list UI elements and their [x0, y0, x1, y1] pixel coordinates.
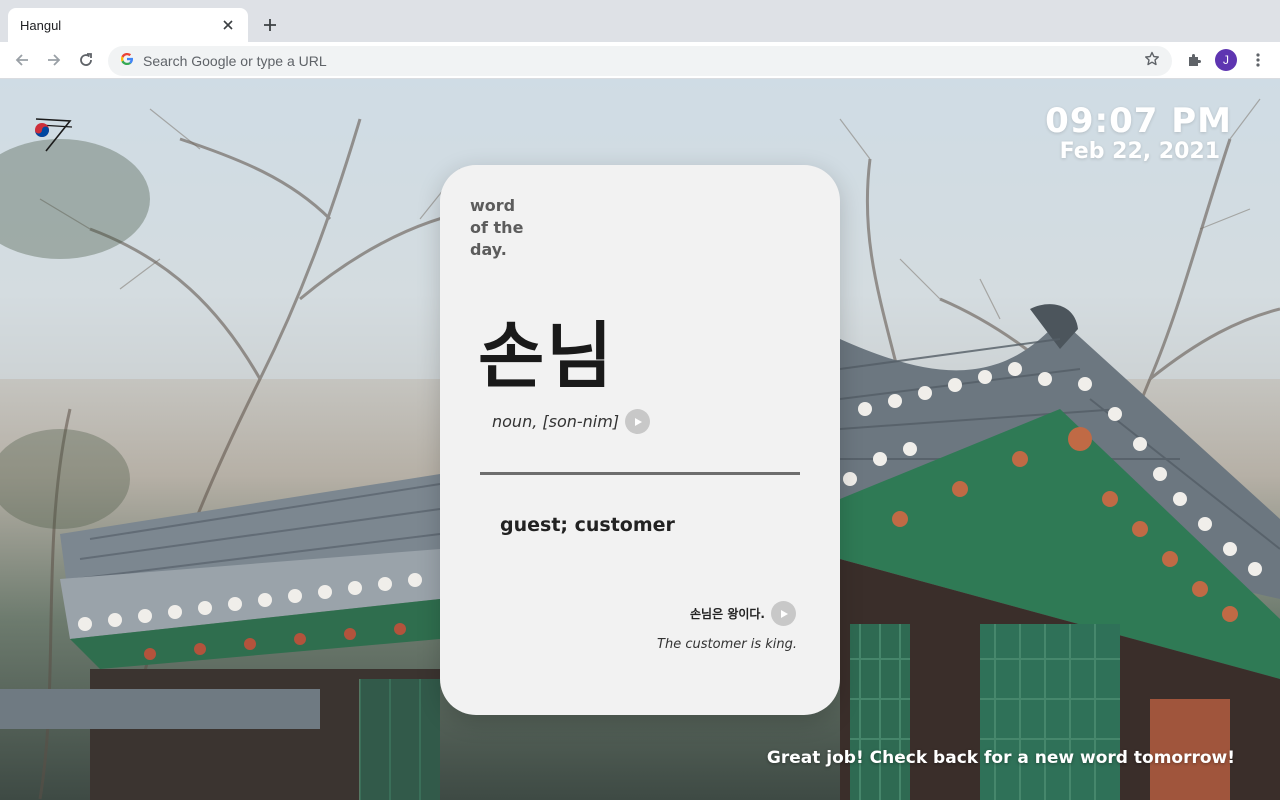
extensions-icon[interactable] — [1182, 48, 1206, 72]
play-example-button[interactable] — [771, 601, 796, 626]
clock-time: 09:07 PM — [1045, 101, 1232, 141]
address-bar[interactable]: Search Google or type a URL — [108, 46, 1172, 76]
word-of-the-day-card: word of the day. 손님 noun, [son-nim] gues… — [440, 165, 840, 715]
play-icon — [780, 609, 788, 618]
card-heading-line: day. — [470, 240, 507, 259]
back-icon[interactable] — [10, 48, 34, 72]
clock-widget: 09:07 PM Feb 22, 2021 — [1045, 101, 1232, 164]
pronunciation-row: noun, [son-nim] — [492, 409, 651, 434]
address-placeholder: Search Google or type a URL — [143, 53, 327, 69]
reload-icon[interactable] — [74, 48, 98, 72]
tab-title: Hangul — [20, 17, 62, 33]
play-icon — [634, 417, 642, 426]
avatar: J — [1215, 49, 1237, 71]
card-heading-line: word — [470, 196, 516, 215]
card-divider — [480, 472, 800, 475]
footer-message: Great job! Check back for a new word tom… — [766, 748, 1235, 768]
tab-strip: Hangul — [0, 0, 1280, 42]
new-tab-page: 09:07 PM Feb 22, 2021 word of the day. 손… — [0, 79, 1280, 800]
card-heading: word of the day. — [470, 195, 560, 261]
clock-date: Feb 22, 2021 — [1059, 139, 1220, 164]
word-meaning: guest; customer — [500, 514, 675, 536]
profile-avatar[interactable]: J — [1214, 48, 1238, 72]
play-pronunciation-button[interactable] — [625, 409, 651, 434]
star-icon[interactable] — [1144, 51, 1160, 72]
new-tab-button[interactable] — [258, 13, 282, 37]
example-sentence: 손님은 왕이다. — [690, 607, 765, 621]
card-heading-line: of the — [470, 218, 524, 237]
google-icon — [120, 52, 134, 71]
hangul-logo — [30, 115, 78, 155]
close-icon[interactable] — [220, 17, 236, 33]
example-translation: The customer is king. — [657, 637, 797, 652]
korean-word: 손님 — [478, 314, 615, 398]
browser-toolbar: Search Google or type a URL J — [0, 42, 1280, 79]
tab-hangul[interactable]: Hangul — [8, 8, 248, 42]
menu-kebab-icon[interactable] — [1246, 48, 1270, 72]
example-row: 손님은 왕이다. — [690, 601, 796, 626]
pronunciation-text: noun, [son-nim] — [492, 412, 620, 431]
forward-icon[interactable] — [42, 48, 66, 72]
